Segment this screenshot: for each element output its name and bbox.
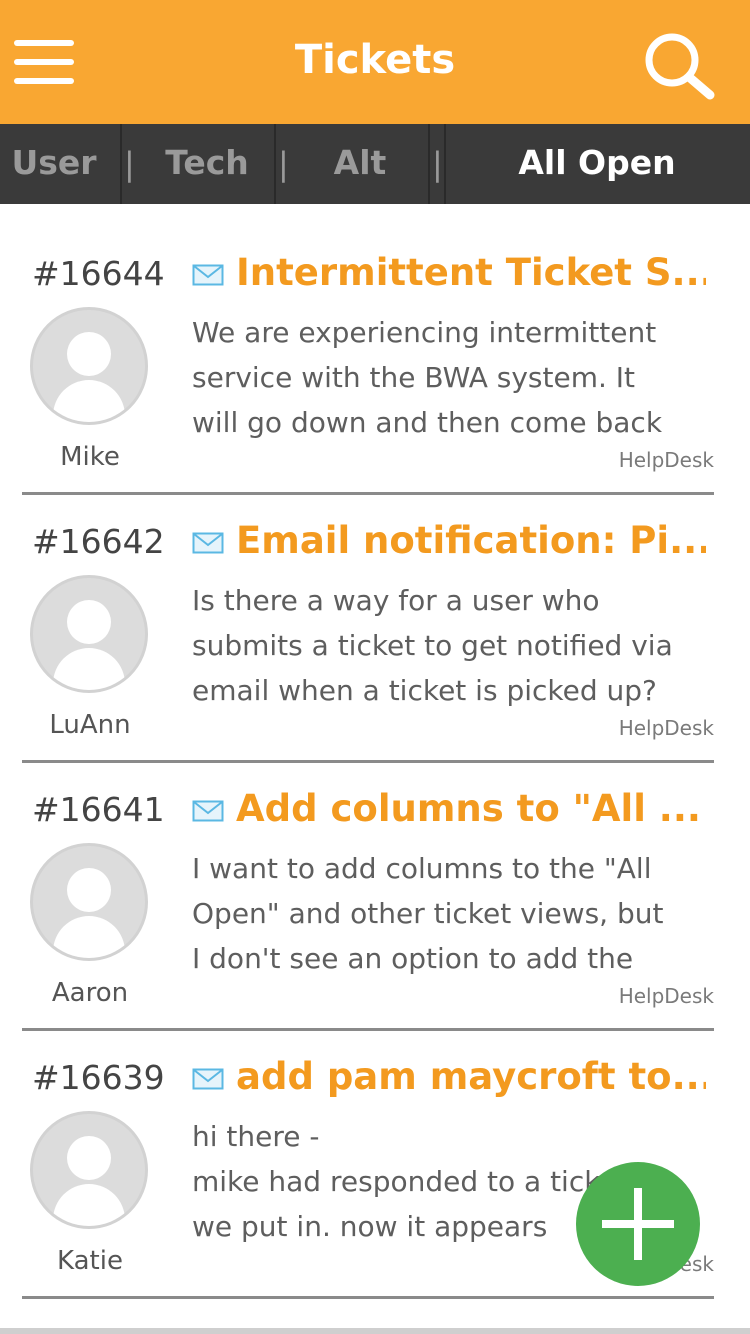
app-header: Tickets <box>0 0 750 124</box>
tab-divider <box>444 124 446 204</box>
ticket-item[interactable]: #16641 Aaron Add columns to "All ... I w… <box>0 740 750 1008</box>
tab-separator: | <box>124 145 135 183</box>
envelope-icon <box>192 532 224 554</box>
tab-all-open[interactable]: All Open <box>452 124 742 204</box>
ticket-preview: We are experiencing intermittent service… <box>192 310 722 445</box>
ticket-number: #16641 <box>32 790 165 829</box>
ticket-preview-line: We are experiencing intermittent <box>192 316 657 349</box>
ticket-author: Aaron <box>51 978 129 1008</box>
ticket-item[interactable]: #16644 Mike Intermittent Ticket S... We … <box>0 204 750 472</box>
ticket-title: Email notification: Pi... <box>236 519 706 562</box>
ticket-preview-line: Is there a way for a user who <box>192 584 600 617</box>
ticket-number: #16639 <box>32 1058 165 1097</box>
ticket-preview-line: hi there - <box>192 1120 320 1153</box>
tab-divider <box>120 124 122 204</box>
tab-alt[interactable]: Alt <box>296 124 424 204</box>
avatar <box>30 575 148 693</box>
envelope-icon <box>192 264 224 286</box>
ticket-preview-line: Open" and other ticket views, but <box>192 897 664 930</box>
ticket-author: Mike <box>60 442 120 472</box>
avatar <box>30 1111 148 1229</box>
divider <box>22 1296 714 1299</box>
ticket-preview-line: service with the BWA system. It <box>192 361 636 394</box>
envelope-icon <box>192 1068 224 1090</box>
envelope-icon <box>192 800 224 822</box>
view-tabs: User | Tech | Alt | All Open <box>0 124 750 204</box>
divider <box>0 1328 750 1334</box>
ticket-preview-line: will go down and then come back <box>192 406 663 439</box>
ticket-number: #16642 <box>32 522 165 561</box>
tab-user[interactable]: User <box>0 124 108 204</box>
add-ticket-button[interactable] <box>576 1162 700 1286</box>
ticket-preview: Is there a way for a user who submits a … <box>192 578 722 713</box>
tab-separator: | <box>278 145 289 183</box>
search-icon[interactable] <box>640 30 716 100</box>
ticket-author: LuAnn <box>49 710 131 740</box>
ticket-preview-line: I want to add columns to the "All <box>192 852 652 885</box>
ticket-source: HelpDesk <box>618 984 714 1008</box>
page-title: Tickets <box>294 37 456 83</box>
ticket-source: HelpDesk <box>618 716 714 740</box>
tab-tech[interactable]: Tech <box>140 124 274 204</box>
tab-separator: | <box>432 145 443 183</box>
ticket-preview-line: email when a ticket is picked up? <box>192 674 657 707</box>
tab-divider <box>274 124 276 204</box>
ticket-author: Katie <box>57 1246 123 1276</box>
ticket-preview-line: submits a ticket to get notified via <box>192 629 673 662</box>
ticket-preview-line: I don't see an option to add the <box>192 942 634 975</box>
ticket-number: #16644 <box>32 254 165 293</box>
tab-divider <box>428 124 430 204</box>
avatar <box>30 843 148 961</box>
ticket-title: add pam maycroft to... <box>236 1055 706 1098</box>
avatar <box>30 307 148 425</box>
ticket-title: Add columns to "All ... <box>236 787 701 830</box>
ticket-source: HelpDesk <box>618 448 714 472</box>
ticket-title: Intermittent Ticket S... <box>236 251 706 294</box>
ticket-preview: I want to add columns to the "All Open" … <box>192 846 722 981</box>
ticket-item[interactable]: #16642 LuAnn Email notification: Pi... I… <box>0 472 750 740</box>
